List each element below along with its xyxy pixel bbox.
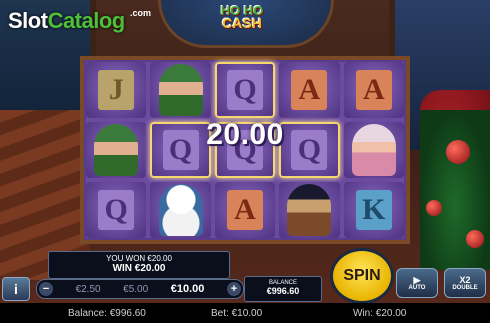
info-button[interactable]: i: [2, 277, 30, 301]
reel-cell: [150, 182, 211, 238]
status-bet: Bet: €10.00: [211, 307, 263, 319]
ornament: [426, 200, 442, 216]
watermark-logo: SlotCatalog .com: [8, 8, 151, 34]
watermark-brand-a: Slot: [8, 8, 48, 33]
symbol-k: K: [355, 190, 392, 230]
bet-option[interactable]: €2.50: [76, 284, 101, 295]
reel-cell: A: [214, 182, 276, 238]
ornament: [466, 230, 484, 248]
reel-cell: K: [343, 182, 404, 238]
game-logo: HO HO CASH: [207, 4, 277, 30]
symbol-j: J: [98, 70, 135, 110]
symbol-a: A: [355, 70, 392, 110]
auto-label: AUTO: [408, 285, 426, 291]
bet-decrease-button[interactable]: −: [39, 282, 53, 296]
win-total: WIN €20.00: [112, 263, 166, 274]
watermark-suffix: .com: [130, 8, 152, 18]
symbol-q: Q: [226, 70, 263, 110]
spin-button[interactable]: SPIN: [330, 248, 394, 304]
symbol-snowman: [158, 184, 203, 236]
reel-cell: A: [343, 62, 404, 118]
balance-value: €996.60: [266, 286, 300, 296]
play-icon: ▶: [413, 275, 421, 285]
reel-cell: A: [279, 62, 340, 118]
symbol-a: A: [226, 190, 263, 230]
win-panel: YOU WON €20.00 WIN €20.00: [48, 251, 230, 279]
win-message: YOU WON €20.00: [106, 254, 172, 263]
symbol-radio: [287, 184, 332, 236]
reel-cell: [150, 62, 211, 118]
reel-cell: Q: [86, 182, 147, 238]
status-balance: Balance: €996.60: [68, 307, 146, 319]
game-logo-bottom: CASH: [222, 15, 262, 31]
reel-cell: [279, 182, 340, 238]
status-bar: Balance: €996.60 Bet: €10.00 Win: €20.00: [0, 303, 490, 323]
reel-cell: Q: [214, 62, 276, 118]
bet-increase-button[interactable]: +: [226, 282, 241, 296]
win-overlay-amount: 20.00: [206, 118, 284, 151]
double-top-label: X2: [459, 275, 471, 285]
reel-cell: J: [86, 62, 147, 118]
symbol-a: A: [291, 70, 328, 110]
bet-selector: − €2.50 €5.00 €10.00 +: [36, 279, 244, 299]
bet-option-selected[interactable]: €10.00: [171, 283, 205, 295]
symbol-q: Q: [98, 190, 135, 230]
watermark-brand-b: Catalog: [47, 8, 126, 33]
auto-button[interactable]: ▶ AUTO: [396, 268, 438, 298]
symbol-elf: [158, 64, 203, 116]
status-win: Win: €20.00: [353, 307, 407, 319]
double-button[interactable]: X2 DOUBLE: [444, 268, 486, 298]
double-label: DOUBLE: [452, 285, 478, 291]
bet-option[interactable]: €5.00: [123, 284, 148, 295]
balance-panel: BALANCE €996.60: [244, 276, 322, 302]
